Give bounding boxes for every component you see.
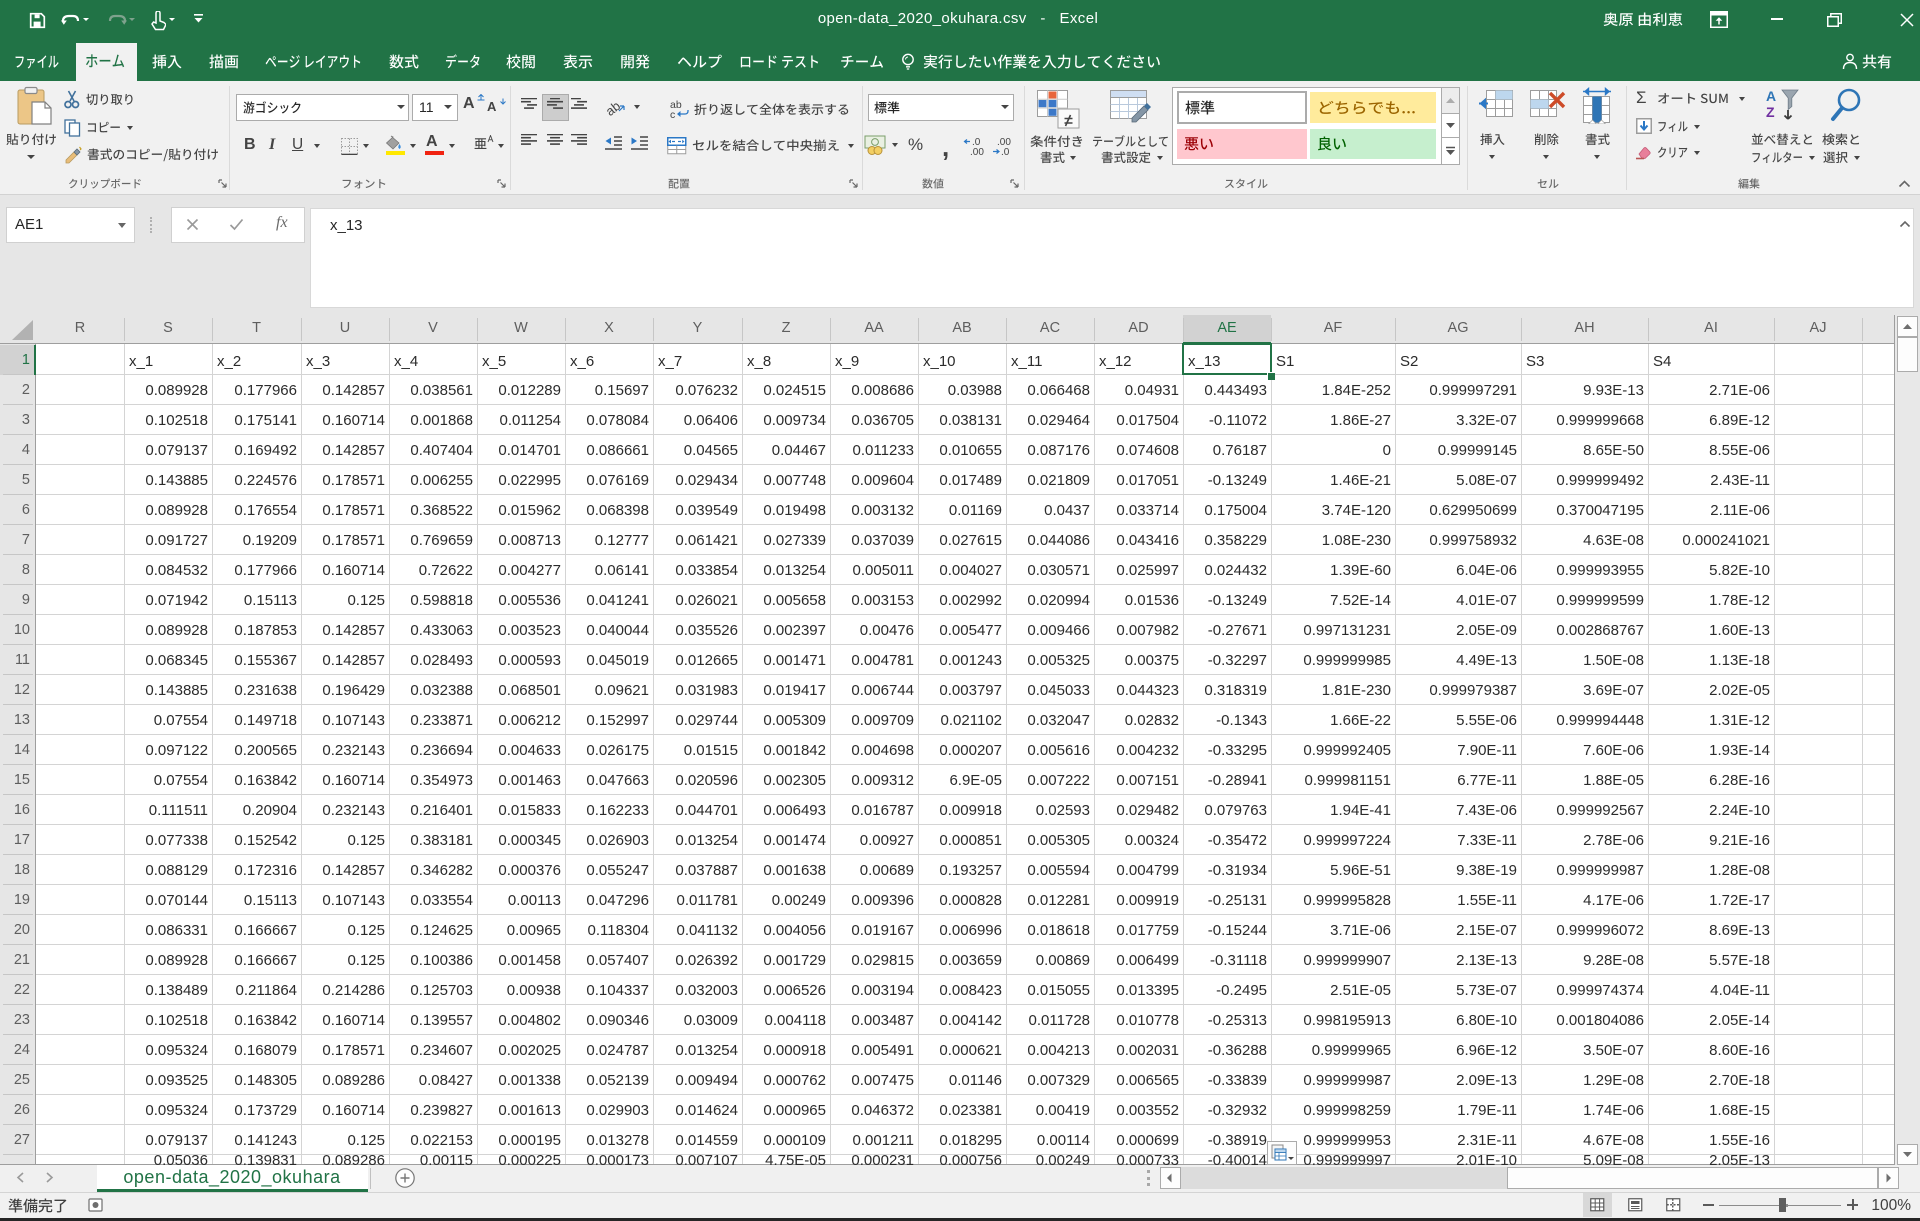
svg-text:A: A bbox=[1766, 88, 1776, 104]
svg-text:c: c bbox=[670, 109, 675, 119]
svg-text:ab: ab bbox=[605, 98, 623, 117]
svg-text:Z: Z bbox=[1766, 104, 1775, 120]
svg-text:.0: .0 bbox=[1001, 147, 1010, 156]
svg-text:.00: .00 bbox=[970, 147, 984, 156]
